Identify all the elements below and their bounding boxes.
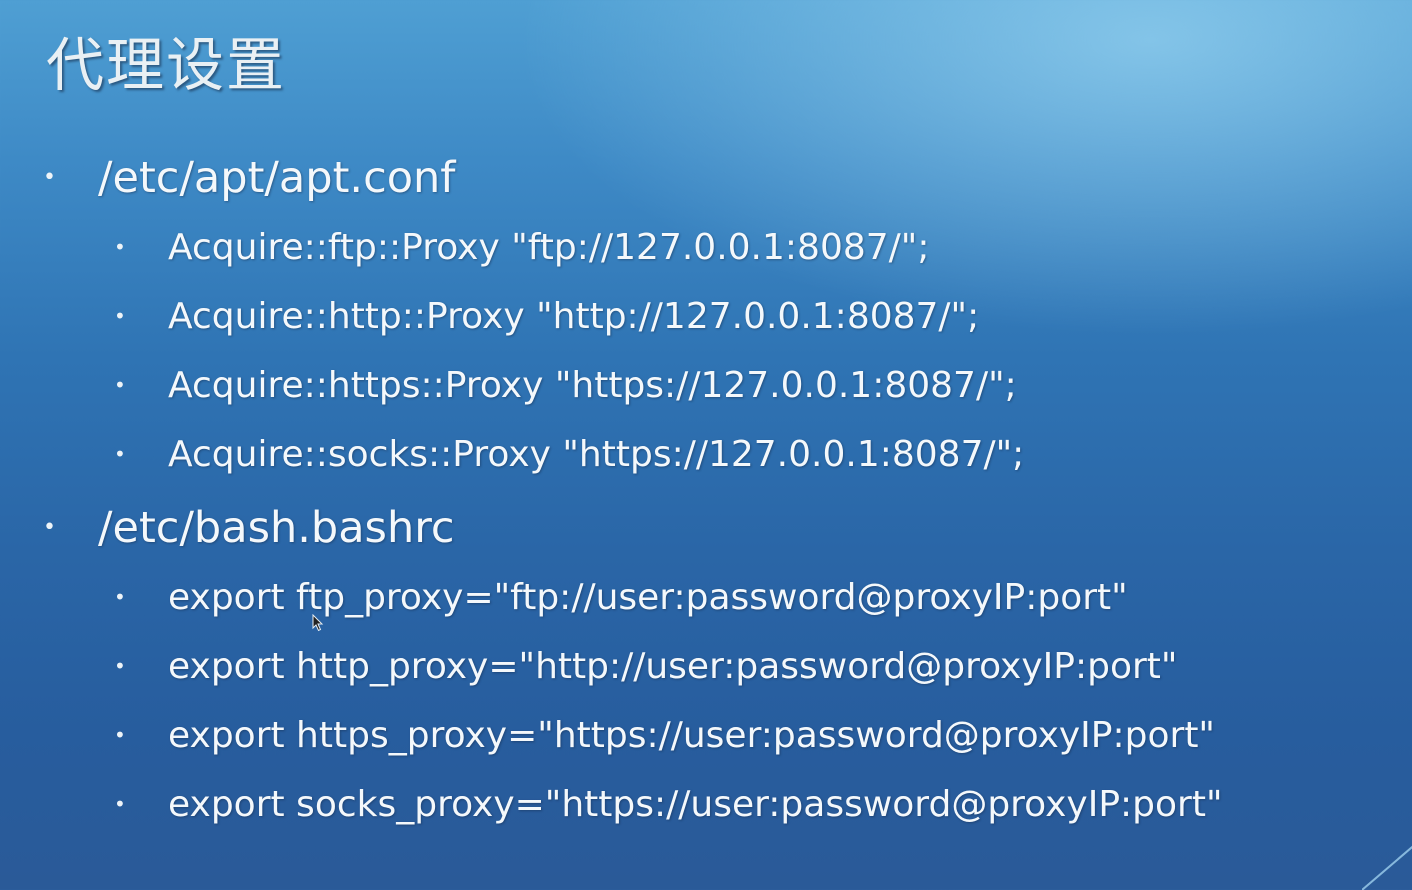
mouse-pointer-icon	[312, 614, 324, 632]
config-line: Acquire::https::Proxy "https://127.0.0.1…	[168, 365, 1017, 406]
slide-title: 代理设置	[46, 31, 287, 99]
bullet-icon: •	[114, 373, 126, 397]
bullet-icon: •	[114, 304, 126, 328]
section-heading: /etc/apt/apt.conf	[98, 153, 456, 203]
corner-decoration	[1362, 845, 1412, 890]
bullet-icon: •	[43, 165, 56, 190]
config-line: export https_proxy="https://user:passwor…	[168, 715, 1215, 756]
bullet-icon: •	[114, 654, 126, 678]
list-item: • /etc/bash.bashrc	[0, 493, 1412, 563]
list-item: • Acquire::socks::Proxy "https://127.0.0…	[0, 420, 1412, 489]
config-line: Acquire::ftp::Proxy "ftp://127.0.0.1:808…	[168, 227, 930, 268]
config-line: export http_proxy="http://user:password@…	[168, 646, 1178, 687]
list-item: • export ftp_proxy="ftp://user:password@…	[0, 563, 1412, 632]
config-line: Acquire::socks::Proxy "https://127.0.0.1…	[168, 434, 1025, 475]
list-item: • /etc/apt/apt.conf	[0, 143, 1412, 213]
list-item: • export http_proxy="http://user:passwor…	[0, 632, 1412, 701]
bullet-icon: •	[43, 515, 56, 540]
list-item: • export socks_proxy="https://user:passw…	[0, 770, 1412, 839]
list-item: • export https_proxy="https://user:passw…	[0, 701, 1412, 770]
list-item: • Acquire::https::Proxy "https://127.0.0…	[0, 351, 1412, 420]
section-bash-bashrc: • /etc/bash.bashrc • export ftp_proxy="f…	[0, 493, 1412, 839]
bullet-icon: •	[114, 792, 126, 816]
config-line: Acquire::http::Proxy "http://127.0.0.1:8…	[168, 296, 980, 337]
bullet-icon: •	[114, 585, 126, 609]
bullet-icon: •	[114, 442, 126, 466]
config-line: export socks_proxy="https://user:passwor…	[168, 784, 1223, 825]
slide: 代理设置 • /etc/apt/apt.conf • Acquire::ftp:…	[0, 0, 1412, 890]
section-apt-conf: • /etc/apt/apt.conf • Acquire::ftp::Prox…	[0, 143, 1412, 489]
bullet-icon: •	[114, 723, 126, 747]
bullet-icon: •	[114, 235, 126, 259]
list-item: • Acquire::http::Proxy "http://127.0.0.1…	[0, 282, 1412, 351]
list-item: • Acquire::ftp::Proxy "ftp://127.0.0.1:8…	[0, 213, 1412, 282]
section-heading: /etc/bash.bashrc	[98, 503, 455, 553]
